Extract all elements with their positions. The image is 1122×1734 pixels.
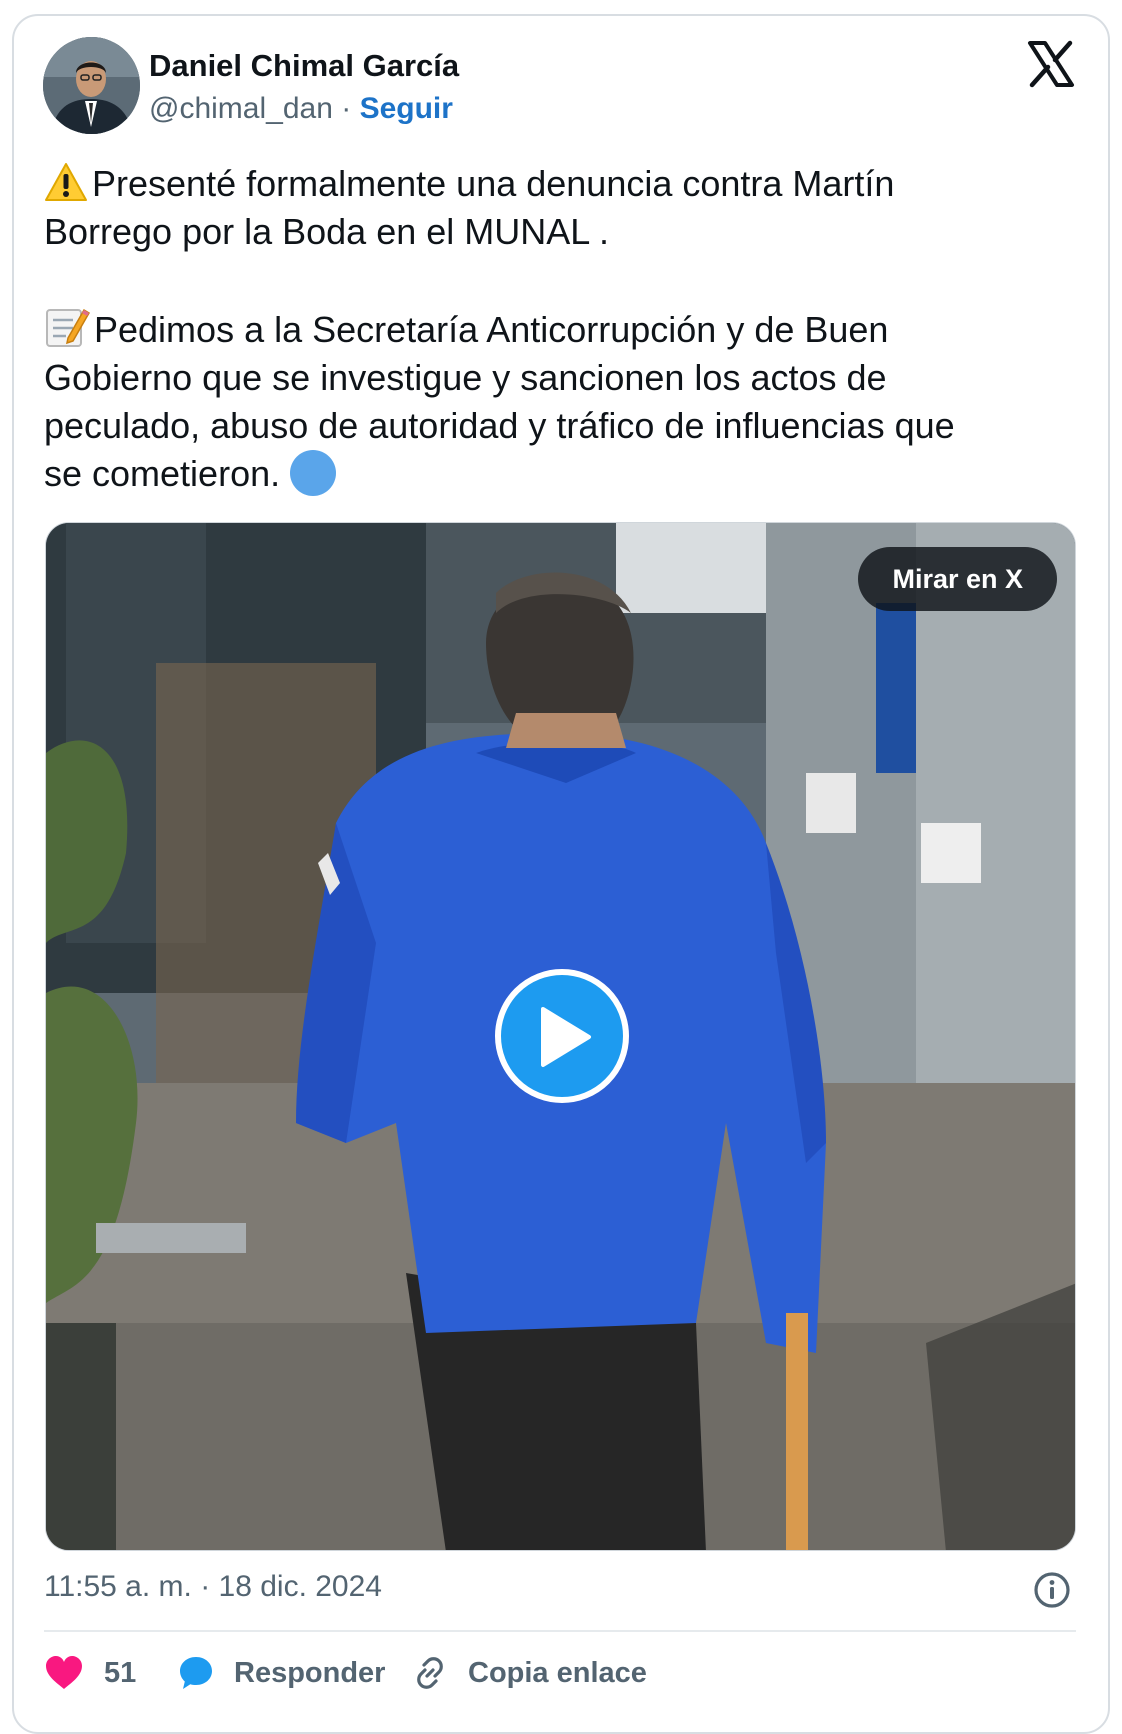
- avatar-photo: [43, 37, 140, 134]
- copy-link-button[interactable]: Copia enlace: [412, 1650, 647, 1696]
- avatar[interactable]: [43, 37, 140, 134]
- author-handle-line: @chimal_dan · Seguir: [149, 92, 453, 126]
- x-logo-icon[interactable]: [1027, 40, 1075, 88]
- play-icon: [541, 1007, 591, 1067]
- watch-on-x-button[interactable]: Mirar en X: [858, 547, 1057, 611]
- link-icon: [417, 1657, 443, 1689]
- play-button[interactable]: [495, 969, 629, 1103]
- author-name[interactable]: Daniel Chimal García: [149, 48, 459, 84]
- handle-separator: ·: [332, 92, 360, 125]
- blue-circle-icon: [290, 450, 337, 496]
- memo-icon: [46, 308, 90, 347]
- info-icon[interactable]: [1033, 1571, 1071, 1609]
- tweet-paragraph-2: Pedimos a la Secretaría Anticorrupción y…: [44, 304, 1074, 498]
- warning-icon: [45, 163, 87, 201]
- reply-label: Responder: [234, 1656, 386, 1689]
- divider: [44, 1630, 1076, 1632]
- tweet-paragraph-1: Presenté formalmente una denuncia contra…: [44, 160, 1074, 256]
- speech-bubble-icon: [180, 1657, 212, 1689]
- author-handle[interactable]: @chimal_dan: [149, 92, 333, 125]
- reply-button[interactable]: Responder: [178, 1650, 385, 1696]
- like-count: 51: [104, 1656, 137, 1689]
- like-button[interactable]: 51: [44, 1650, 136, 1696]
- tweet-timestamp[interactable]: 11:55 a. m. · 18 dic. 2024: [44, 1570, 382, 1604]
- copy-link-label: Copia enlace: [468, 1656, 647, 1689]
- tweet-paragraph-1-text: Presenté formalmente una denuncia contra…: [44, 163, 895, 252]
- tweet-text: Presenté formalmente una denuncia contra…: [44, 160, 1074, 498]
- heart-icon: [46, 1656, 82, 1689]
- tweet-paragraph-2-text: Pedimos a la Secretaría Anticorrupción y…: [44, 309, 955, 494]
- follow-button[interactable]: Seguir: [360, 92, 453, 125]
- video-player[interactable]: Mirar en X: [45, 522, 1076, 1551]
